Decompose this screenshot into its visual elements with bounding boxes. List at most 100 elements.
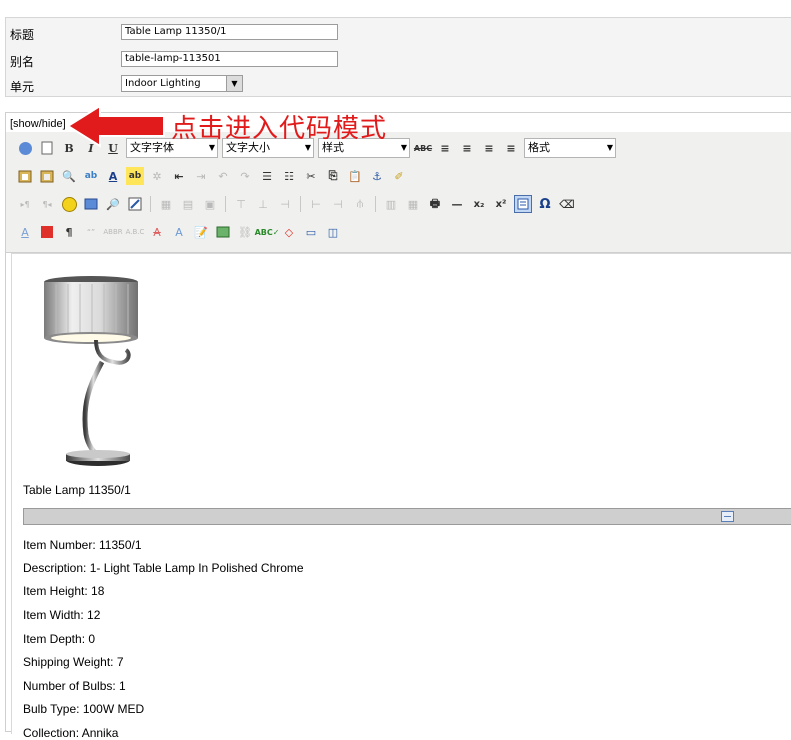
cell-props-icon[interactable]: ▣ <box>201 195 219 213</box>
strikethrough-icon[interactable]: ABC <box>414 139 432 157</box>
image-caption: Table Lamp 11350/1 <box>23 483 131 497</box>
cut-icon[interactable]: ✂ <box>302 167 320 185</box>
unit-label: 单元 <box>10 80 35 94</box>
title-row: 标题 Table Lamp 11350/1 <box>6 20 791 44</box>
insert-col-before-icon[interactable]: ⊢ <box>307 195 325 213</box>
article-form: 标题 Table Lamp 11350/1 别名 table-lamp-1135… <box>5 17 791 97</box>
eraser-icon[interactable]: ⌫ <box>558 195 576 213</box>
replace-icon[interactable]: ab <box>82 167 100 185</box>
unit-row: 单元 Indoor Lighting ▼ <box>6 72 791 96</box>
editor-content-area[interactable]: Table Lamp 11350/1 Item Number: 11350/1 … <box>11 253 791 740</box>
nonbreaking-icon[interactable] <box>38 223 56 241</box>
pagebreak-icon[interactable]: ▭ <box>302 223 320 241</box>
detail-collection: Collection: Annika <box>23 726 119 740</box>
show-hide-toggle[interactable]: [show/hide] <box>10 118 66 130</box>
chevron-down-icon[interactable]: ▼ <box>226 76 242 91</box>
align-right-icon[interactable]: ≡ <box>502 139 520 157</box>
delete-row-icon[interactable]: ⊣ <box>276 195 294 213</box>
redo-icon[interactable]: ↷ <box>236 167 254 185</box>
justify-full-icon[interactable]: ≡ <box>436 139 454 157</box>
outdent-icon[interactable]: ⇤ <box>170 167 188 185</box>
format-select[interactable]: 格式 ▼ <box>524 138 616 158</box>
del-icon[interactable]: A <box>148 223 166 241</box>
undo-icon[interactable]: ↶ <box>214 167 232 185</box>
insert-col-after-icon[interactable]: ⊣ <box>329 195 347 213</box>
html-source-icon[interactable]: ◇ <box>280 223 298 241</box>
annotation-text: 点击进入代码模式 <box>171 114 388 144</box>
paste-text-icon[interactable] <box>38 167 56 185</box>
insert-row-before-icon[interactable]: ⊤ <box>232 195 250 213</box>
special-char-icon[interactable]: Ω <box>536 195 554 213</box>
detail-bulb-type: Bulb Type: 100W MED <box>23 702 145 716</box>
detail-item-number: Item Number: 11350/1 <box>23 538 142 552</box>
title-input[interactable]: Table Lamp 11350/1 <box>121 24 338 40</box>
link-icon[interactable]: ⛓ <box>236 223 254 241</box>
toolbar-separator <box>375 196 376 212</box>
delete-col-icon[interactable]: ⫛ <box>351 195 369 213</box>
emoticon-icon[interactable] <box>60 195 78 213</box>
ins-icon[interactable]: A <box>170 223 188 241</box>
title-label: 标题 <box>10 28 35 42</box>
toolbar-separator <box>300 196 301 212</box>
detail-number-of-bulbs: Number of Bulbs: 1 <box>23 679 126 693</box>
detail-item-width: Item Width: 12 <box>23 608 101 622</box>
indent-icon[interactable]: ⇥ <box>192 167 210 185</box>
preview-icon[interactable]: 🔎 <box>104 195 122 213</box>
anchor-icon[interactable]: ⚓ <box>368 167 386 185</box>
unit-select-value: Indoor Lighting <box>125 78 201 89</box>
toolbar-row-4: A ¶ “” ABBR A.B.C A A 📝 ⛓ ABC✓ ◇ ▭ ◫ <box>16 220 342 244</box>
abbr-icon[interactable]: ABBR <box>103 223 122 241</box>
detail-item-depth: Item Depth: 0 <box>23 632 96 646</box>
spellcheck-icon[interactable]: ABC✓ <box>255 223 280 241</box>
ltr-icon[interactable]: ▸¶ <box>16 195 34 213</box>
visual-chars-icon[interactable]: ¶ <box>60 223 78 241</box>
table-props-icon[interactable]: ▦ <box>157 195 175 213</box>
chevron-down-icon: ▼ <box>606 143 613 152</box>
media-icon[interactable] <box>82 195 100 213</box>
highlight-color-icon[interactable]: ab <box>126 167 144 185</box>
clean-icon[interactable]: ✲ <box>148 167 166 185</box>
ordered-list-icon[interactable]: ☰ <box>258 167 276 185</box>
new-document-icon[interactable] <box>38 139 56 157</box>
rtl-icon[interactable]: ¶◂ <box>38 195 56 213</box>
code-view-icon[interactable] <box>514 195 532 213</box>
alias-row: 别名 table-lamp-113501 <box>6 47 791 71</box>
superscript-icon[interactable]: x² <box>492 195 510 213</box>
detail-item-height: Item Height: 18 <box>23 584 105 598</box>
subscript-icon[interactable]: x₂ <box>470 195 488 213</box>
cite-icon[interactable]: “” <box>82 223 100 241</box>
text-color-icon[interactable]: A <box>104 167 122 185</box>
annotation-arrow-icon <box>66 104 165 148</box>
detail-shipping-weight: Shipping Weight: 7 <box>23 655 124 669</box>
toolbar-row-3: ▸¶ ¶◂ 🔎 ▦ ▤ ▣ ⊤ ⊥ ⊣ ⊢ ⊣ ⫛ ▥ ▦ 🖶 — x₂ x² <box>16 192 576 216</box>
bullet-list-icon[interactable]: ☷ <box>280 167 298 185</box>
attributes-icon[interactable]: 📝 <box>192 223 210 241</box>
align-left-icon[interactable]: ≡ <box>480 139 498 157</box>
chevron-down-icon: ▼ <box>400 143 407 152</box>
unit-select[interactable]: Indoor Lighting ▼ <box>121 75 243 92</box>
cleanup-brush-icon[interactable]: ✐ <box>390 167 408 185</box>
row-props-icon[interactable]: ▤ <box>179 195 197 213</box>
toolbar-separator <box>150 196 151 212</box>
readmore-icon[interactable]: ◫ <box>324 223 342 241</box>
detail-description: Description: 1- Light Table Lamp In Poli… <box>23 561 304 575</box>
print-icon[interactable]: 🖶 <box>426 195 444 213</box>
copy-icon[interactable]: ⎘ <box>324 167 342 185</box>
horizontal-rule-icon[interactable]: — <box>448 195 466 213</box>
paste-word-icon[interactable] <box>16 167 34 185</box>
pagebreak-icon[interactable] <box>721 511 734 522</box>
image-icon[interactable] <box>214 223 232 241</box>
insert-row-after-icon[interactable]: ⊥ <box>254 195 272 213</box>
help-icon[interactable] <box>16 139 34 157</box>
find-icon[interactable]: 🔍 <box>60 167 78 185</box>
table-lamp-image <box>44 276 138 466</box>
merge-cells-icon[interactable]: ▦ <box>404 195 422 213</box>
alias-input[interactable]: table-lamp-113501 <box>121 51 338 67</box>
align-center-icon[interactable]: ≡ <box>458 139 476 157</box>
edit-image-icon[interactable] <box>126 195 144 213</box>
acronym-icon[interactable]: A.B.C <box>126 223 145 241</box>
toolbar-row-2: 🔍 ab A ab ✲ ⇤ ⇥ ↶ ↷ ☰ ☷ ✂ ⎘ 📋 ⚓ ✐ <box>16 164 408 188</box>
paste-icon[interactable]: 📋 <box>346 167 364 185</box>
style-props-icon[interactable]: A <box>16 223 34 241</box>
split-cells-icon[interactable]: ▥ <box>382 195 400 213</box>
